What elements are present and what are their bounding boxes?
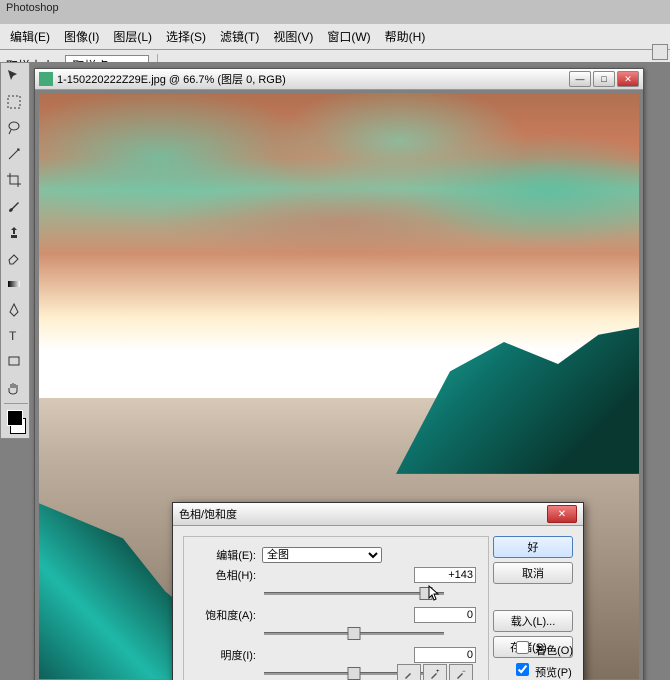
preview-checkbox[interactable]: 预览(P)	[512, 660, 573, 680]
document-icon	[39, 72, 53, 86]
app-titlebar: Photoshop	[0, 0, 670, 24]
hue-label: 色相(H):	[196, 567, 256, 583]
lasso-tool[interactable]	[2, 116, 26, 140]
edit-label: 编辑(E):	[196, 547, 256, 563]
gradient-tool[interactable]	[2, 272, 26, 296]
close-button[interactable]: ✕	[617, 71, 639, 87]
saturation-label: 饱和度(A):	[196, 607, 256, 623]
cancel-button[interactable]: 取消	[493, 562, 573, 584]
color-swatches[interactable]	[1, 406, 29, 438]
menu-window[interactable]: 窗口(W)	[321, 26, 376, 47]
panel-toggle-button[interactable]	[652, 44, 668, 60]
workspace: T 1-150220222Z29E.jpg @ 66.7% (图层 0, RGB…	[0, 62, 670, 680]
eraser-tool[interactable]	[2, 246, 26, 270]
eyedropper-minus-icon[interactable]: −	[449, 664, 473, 680]
text-tool[interactable]: T	[2, 324, 26, 348]
menu-view[interactable]: 视图(V)	[267, 26, 319, 47]
toolbox: T	[0, 62, 30, 439]
saturation-slider[interactable]	[264, 627, 444, 641]
menu-help[interactable]: 帮助(H)	[379, 26, 432, 47]
crop-tool[interactable]	[2, 168, 26, 192]
notes-tool[interactable]	[2, 350, 26, 374]
clone-tool[interactable]	[2, 220, 26, 244]
ok-button[interactable]: 好	[493, 536, 573, 558]
menu-select[interactable]: 选择(S)	[160, 26, 212, 47]
lightness-input[interactable]	[414, 647, 476, 663]
hue-saturation-dialog: 色相/饱和度 ✕ 编辑(E): 全图 色相(H):	[172, 502, 584, 680]
foreground-color[interactable]	[7, 410, 23, 426]
saturation-input[interactable]	[414, 607, 476, 623]
brush-tool[interactable]	[2, 194, 26, 218]
colorize-checkbox[interactable]: 着色(O)	[512, 638, 573, 658]
svg-text:−: −	[462, 669, 466, 675]
dialog-close-button[interactable]: ✕	[547, 505, 577, 523]
menu-edit[interactable]: 编辑(E)	[4, 26, 56, 47]
menu-image[interactable]: 图像(I)	[58, 26, 105, 47]
minimize-button[interactable]: —	[569, 71, 591, 87]
load-button[interactable]: 载入(L)...	[493, 610, 573, 632]
menu-filter[interactable]: 滤镜(T)	[214, 26, 265, 47]
svg-text:T: T	[9, 329, 17, 343]
wand-tool[interactable]	[2, 142, 26, 166]
svg-text:+: +	[436, 669, 440, 675]
eyedropper-icon[interactable]	[397, 664, 421, 680]
menubar: 编辑(E) 图像(I) 图层(L) 选择(S) 滤镜(T) 视图(V) 窗口(W…	[0, 24, 670, 50]
maximize-button[interactable]: □	[593, 71, 615, 87]
separator	[4, 403, 28, 404]
dialog-titlebar[interactable]: 色相/饱和度 ✕	[173, 503, 583, 526]
eyedropper-plus-icon[interactable]: +	[423, 664, 447, 680]
document-titlebar[interactable]: 1-150220222Z29E.jpg @ 66.7% (图层 0, RGB) …	[35, 69, 643, 90]
dialog-title: 色相/饱和度	[179, 506, 547, 522]
pen-tool[interactable]	[2, 298, 26, 322]
marquee-tool[interactable]	[2, 90, 26, 114]
hsl-fieldset: 编辑(E): 全图 色相(H): 饱和度(A):	[183, 536, 489, 680]
document-title: 1-150220222Z29E.jpg @ 66.7% (图层 0, RGB)	[57, 71, 569, 87]
menu-layer[interactable]: 图层(L)	[107, 26, 158, 47]
hand-tool[interactable]	[2, 376, 26, 400]
lightness-label: 明度(I):	[196, 647, 256, 663]
move-tool[interactable]	[2, 64, 26, 88]
hue-input[interactable]	[414, 567, 476, 583]
edit-dropdown[interactable]: 全图	[262, 547, 382, 563]
eyedropper-group: + −	[397, 664, 473, 680]
hue-slider[interactable]	[264, 587, 444, 601]
